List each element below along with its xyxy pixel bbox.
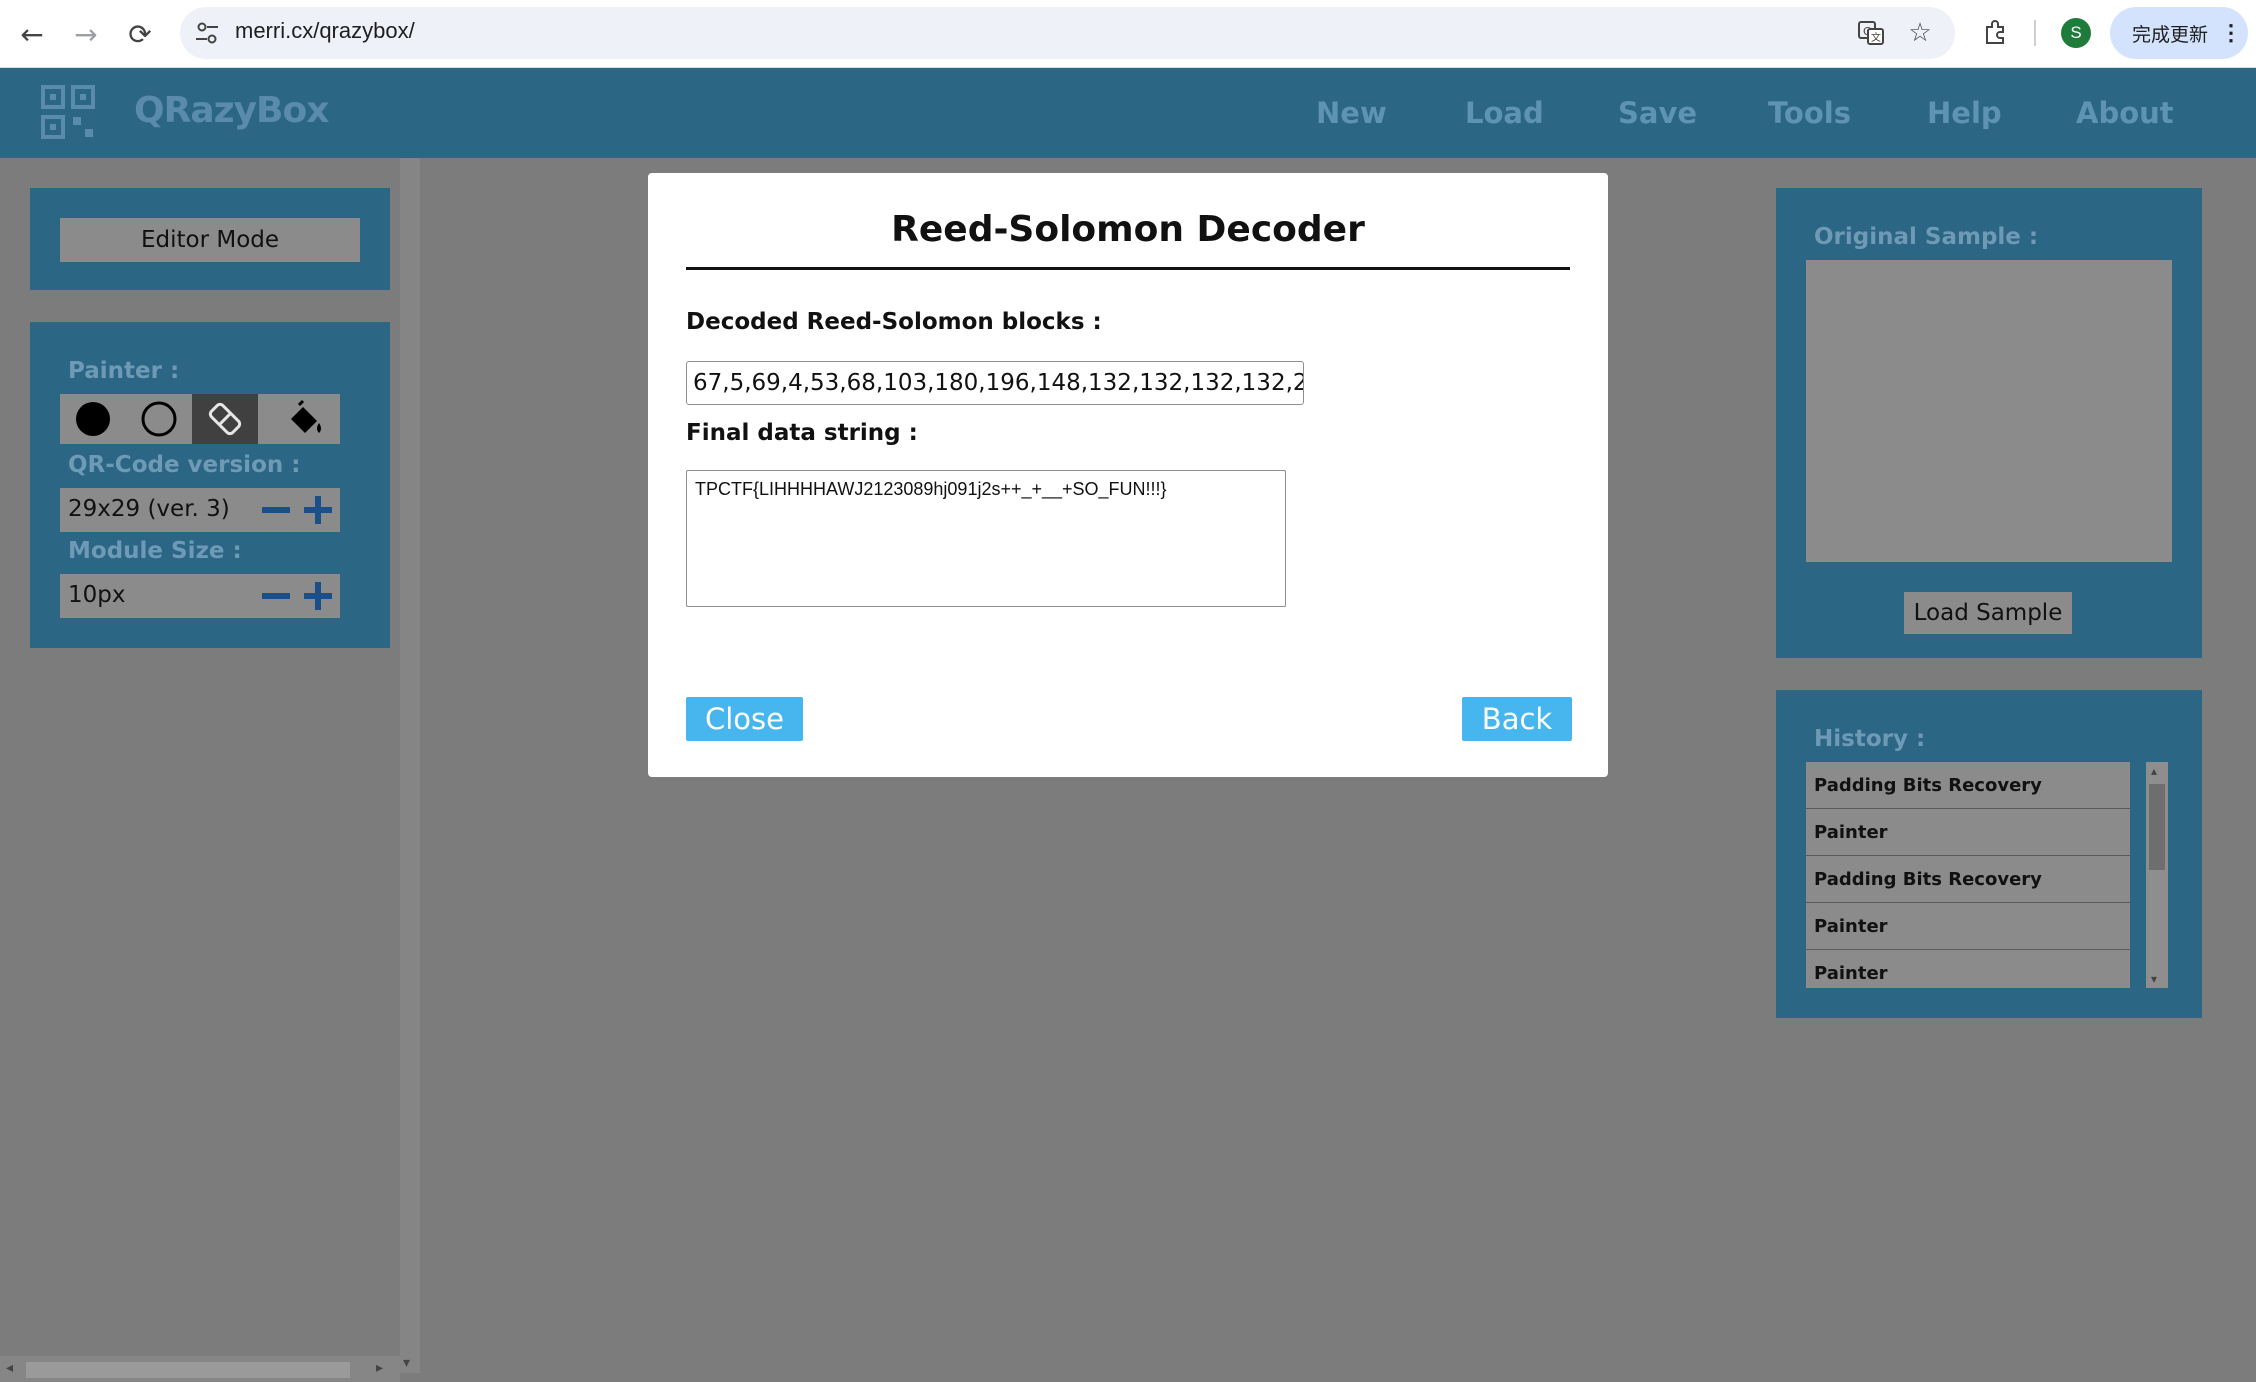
history-item[interactable]: Padding Bits Recovery	[1806, 762, 2130, 809]
translate-icon[interactable]: G文	[1855, 17, 1887, 49]
update-label: 完成更新	[2132, 24, 2209, 46]
history-item[interactable]: Painter	[1806, 809, 2130, 856]
forward-arrow-icon[interactable]: →	[66, 14, 106, 54]
module-size-minus-icon[interactable]	[262, 593, 290, 599]
vertical-scrollbar[interactable]: ▾	[400, 158, 420, 1373]
scroll-right-icon[interactable]: ▸	[376, 1360, 383, 1376]
profile-avatar[interactable]: S	[2061, 18, 2091, 48]
editor-mode-panel: Editor Mode	[30, 188, 390, 290]
history-scroll-thumb[interactable]	[2149, 784, 2165, 870]
more-menu-icon[interactable]: ⋮	[2220, 20, 2242, 46]
fill-bucket-icon[interactable]	[272, 394, 338, 444]
scroll-left-icon[interactable]: ◂	[6, 1360, 13, 1376]
history-label: History :	[1814, 726, 1926, 752]
app-logo-text[interactable]: QRazyBox	[134, 90, 329, 131]
blocks-label: Decoded Reed-Solomon blocks :	[686, 309, 1102, 335]
original-sample-label: Original Sample :	[1814, 224, 2039, 250]
history-item[interactable]: Painter	[1806, 903, 2130, 950]
decoded-blocks-input[interactable]: 67,5,69,4,53,68,103,180,196,148,132,132,…	[686, 361, 1304, 405]
site-settings-icon[interactable]	[194, 20, 220, 46]
qr-version-stepper: 29x29 (ver. 3)	[60, 488, 340, 532]
menu-help[interactable]: Help	[1927, 96, 2002, 130]
reed-solomon-dialog: Reed-Solomon Decoder Decoded Reed-Solomo…	[648, 173, 1608, 777]
history-item[interactable]: Padding Bits Recovery	[1806, 856, 2130, 903]
final-data-label: Final data string :	[686, 420, 918, 446]
qr-logo-icon	[41, 85, 95, 139]
close-button[interactable]: Close	[686, 697, 803, 741]
module-size-plus-icon-vertical[interactable]	[315, 582, 321, 610]
extensions-icon[interactable]	[1980, 17, 2012, 49]
back-arrow-icon[interactable]: ←	[12, 14, 52, 54]
svg-text:文: 文	[1871, 31, 1881, 44]
url-text[interactable]: merri.cx/qrazybox/	[235, 18, 415, 44]
app-header: QRazyBox New Load Save Tools Help About	[0, 68, 2256, 158]
bookmark-star-icon[interactable]: ☆	[1904, 17, 1936, 49]
back-button[interactable]: Back	[1462, 697, 1572, 741]
module-size-value: 10px	[68, 582, 126, 608]
menu-load[interactable]: Load	[1465, 96, 1544, 130]
horizontal-scrollbar[interactable]: ◂ ▸	[0, 1356, 400, 1382]
original-sample-preview	[1806, 260, 2172, 562]
history-scrollbar[interactable]: ▴ ▾	[2146, 762, 2168, 988]
update-button[interactable]: 完成更新 ⋮	[2110, 7, 2248, 59]
black-brush-icon[interactable]	[60, 394, 126, 444]
history-item[interactable]: Painter	[1806, 950, 2130, 988]
painter-toolbar	[60, 394, 340, 444]
painter-panel: Painter : QR-Code version : 29x29 (ver. …	[30, 322, 390, 648]
history-list: Padding Bits Recovery Painter Padding Bi…	[1806, 762, 2130, 988]
original-sample-panel: Original Sample : Load Sample	[1776, 188, 2202, 658]
eraser-icon[interactable]	[192, 394, 258, 444]
menu-tools[interactable]: Tools	[1768, 96, 1851, 130]
final-data-textarea[interactable]: TPCTF{LIHHHHAWJ2123089hj091j2s++_+__+SO_…	[686, 470, 1286, 607]
menu-new[interactable]: New	[1316, 96, 1387, 130]
history-panel: History : Padding Bits Recovery Painter …	[1776, 690, 2202, 1018]
menu-save[interactable]: Save	[1618, 96, 1697, 130]
qr-version-plus-icon-vertical[interactable]	[315, 496, 321, 524]
horizontal-scroll-thumb[interactable]	[26, 1362, 350, 1378]
qr-version-label: QR-Code version :	[68, 452, 301, 478]
module-size-label: Module Size :	[68, 538, 242, 564]
white-brush-icon[interactable]	[126, 394, 192, 444]
history-scroll-up-icon[interactable]: ▴	[2151, 764, 2157, 778]
qr-version-minus-icon[interactable]	[262, 507, 290, 513]
scroll-down-icon[interactable]: ▾	[403, 1355, 410, 1371]
address-bar[interactable]	[180, 7, 1955, 59]
load-sample-button[interactable]: Load Sample	[1904, 592, 2072, 634]
toolbar-divider	[2034, 20, 2036, 46]
history-scroll-down-icon[interactable]: ▾	[2151, 972, 2157, 986]
editor-mode-button[interactable]: Editor Mode	[60, 218, 360, 262]
module-size-stepper: 10px	[60, 574, 340, 618]
title-divider	[686, 267, 1570, 270]
menu-about[interactable]: About	[2076, 96, 2174, 130]
dialog-title: Reed-Solomon Decoder	[891, 209, 1365, 250]
browser-toolbar: ← → ⟳ merri.cx/qrazybox/ G文 ☆ S 完成更新 ⋮	[0, 0, 2256, 68]
qr-version-value: 29x29 (ver. 3)	[68, 496, 230, 522]
painter-label: Painter :	[68, 358, 180, 384]
reload-icon[interactable]: ⟳	[120, 14, 160, 54]
